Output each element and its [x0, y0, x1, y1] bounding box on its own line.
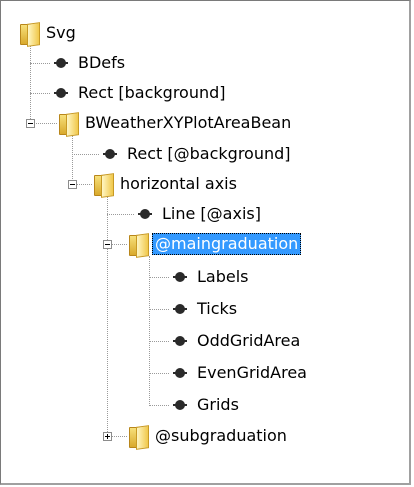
node-dot-icon [169, 394, 191, 416]
tree-node-bweatherxyplotareabean[interactable]: BWeatherXYPlotAreaBean [57, 107, 294, 139]
tree-node-svg[interactable]: Svg [18, 17, 79, 49]
tree-node-ticks[interactable]: Ticks [169, 293, 240, 325]
expand-collapse-button[interactable] [26, 119, 35, 128]
tree-node-evengridarea[interactable]: EvenGridArea [169, 357, 310, 389]
tree-node-labels[interactable]: Labels [169, 261, 252, 293]
tree-node-label-selected: @maingraduation [152, 233, 302, 255]
tree-node-label: Grids [197, 395, 239, 414]
tree-connector [149, 341, 169, 342]
tree-node-label: OddGridArea [197, 331, 301, 350]
node-dot-icon [50, 52, 72, 74]
tree-connector [149, 405, 169, 406]
tree-node-label: horizontal axis [120, 174, 237, 193]
node-dot-icon [169, 298, 191, 320]
tree-view[interactable]: Svg BDefs Rect [background] BWeatherXYPl… [0, 0, 411, 485]
node-dot-icon [134, 203, 156, 225]
tree-connector [149, 277, 169, 278]
tree-node-horizontal-axis[interactable]: horizontal axis [92, 168, 240, 200]
folder-icon [57, 112, 79, 137]
folder-icon [92, 173, 114, 198]
folder-icon [127, 425, 149, 450]
tree-node-bdefs[interactable]: BDefs [50, 47, 128, 79]
tree-connector [30, 93, 50, 94]
tree-node-grids[interactable]: Grids [169, 389, 242, 421]
tree-node-label: Labels [197, 267, 249, 286]
tree-connector [107, 214, 134, 215]
expand-collapse-button[interactable] [103, 240, 112, 249]
tree-node-label: @subgraduation [155, 426, 287, 445]
tree-node-line-axis[interactable]: Line [@axis] [134, 198, 264, 230]
tree-node-subgraduation[interactable]: @subgraduation [127, 420, 290, 452]
tree-node-oddgridarea[interactable]: OddGridArea [169, 325, 303, 357]
tree-connector [149, 256, 150, 406]
expand-collapse-button[interactable] [103, 432, 112, 441]
tree-node-maingraduation[interactable]: @maingraduation [127, 228, 302, 260]
folder-icon [18, 22, 40, 47]
tree-connector [30, 63, 50, 64]
tree-connector [149, 309, 169, 310]
tree-node-label: EvenGridArea [197, 363, 307, 382]
node-dot-icon [50, 82, 72, 104]
node-dot-icon [169, 266, 191, 288]
tree-connector [72, 154, 99, 155]
folder-icon [127, 233, 149, 258]
expand-collapse-button[interactable] [68, 180, 77, 189]
tree-node-label: Svg [46, 23, 76, 42]
node-dot-icon [169, 330, 191, 352]
tree-node-rect-at-background[interactable]: Rect [@background] [99, 138, 294, 170]
tree-node-label: Rect [@background] [127, 144, 291, 163]
tree-connector [107, 196, 108, 436]
tree-node-rect-background[interactable]: Rect [background] [50, 77, 229, 109]
tree-node-label: Ticks [197, 299, 238, 318]
node-dot-icon [169, 362, 191, 384]
tree-node-label: Line [@axis] [162, 204, 261, 223]
tree-node-label: BDefs [78, 53, 126, 72]
tree-node-label: BWeatherXYPlotAreaBean [85, 113, 292, 132]
tree-connector [149, 373, 169, 374]
tree-node-label: Rect [background] [78, 83, 226, 102]
node-dot-icon [99, 143, 121, 165]
tree-connector [72, 135, 73, 185]
